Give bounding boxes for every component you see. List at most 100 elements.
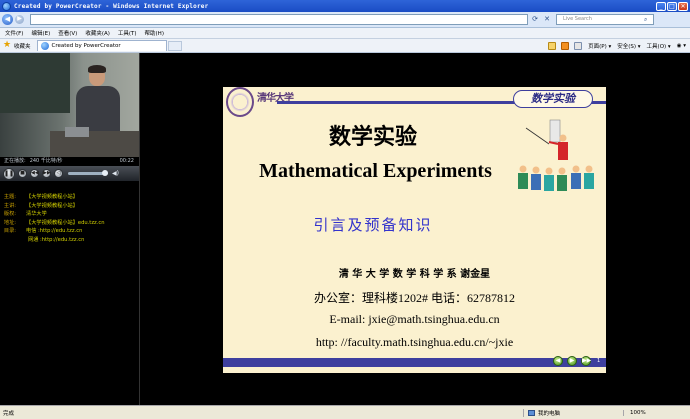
menu-tools[interactable]: 工具(T) [118, 29, 137, 37]
tools-menu[interactable]: 工具(O) ▾ [647, 42, 671, 50]
lecturer-hair [88, 65, 106, 73]
search-icon[interactable]: ⌕ [644, 16, 652, 24]
lecture-sidebar: 正在播放: 240 千比特/秒 00:22 ❚❚ ■ ◀◀ ▶▶ ◁ ◀) 主题… [0, 53, 140, 405]
menu-file[interactable]: 文件(F) [5, 29, 23, 37]
favorites-label[interactable]: 收藏夹 [14, 42, 31, 50]
slide-prev-button[interactable]: ◀ [553, 356, 563, 366]
window-title: Created by PowerCreator - Windows Intern… [14, 2, 209, 10]
zoom-level[interactable]: 100% [623, 409, 646, 416]
tab-active[interactable]: Created by PowerCreator [36, 40, 167, 51]
zone-label: 我的电脑 [538, 410, 561, 417]
info-value[interactable]: 电信 :http://edu.tzz.cn [26, 227, 82, 236]
course-badge: 数学实验 [513, 90, 593, 108]
ie-logo-icon [2, 1, 11, 11]
help-menu[interactable]: ◉ ▾ [677, 43, 686, 49]
minimize-button[interactable]: _ [656, 1, 666, 11]
safety-menu[interactable]: 安全(S) ▾ [617, 42, 640, 50]
menu-help[interactable]: 帮助(H) [145, 29, 164, 37]
info-key: 目录: [3, 228, 16, 235]
slide-author: 清 华 大 学 数 学 科 学 系 谢金星 [338, 269, 491, 280]
menu-favorites[interactable]: 收藏夹(A) [85, 29, 110, 37]
student-body [584, 173, 594, 189]
player-status: 正在播放: 240 千比特/秒 00:22 [0, 157, 139, 166]
slide-email: E-mail: jxie@math.tsinghua.edu.cn [329, 312, 500, 326]
computer-icon [528, 409, 535, 416]
print-icon[interactable] [574, 41, 583, 50]
command-bar: 页面(P) ▾ 安全(S) ▾ 工具(O) ▾ ◉ ▾ [543, 41, 686, 50]
feeds-icon[interactable] [561, 41, 570, 50]
teacher-head [559, 134, 567, 142]
slide-page-number: 1 [597, 358, 601, 364]
pointer [525, 127, 550, 145]
student-head [585, 165, 593, 173]
security-zone[interactable]: 我的电脑 [523, 408, 623, 417]
previous-button[interactable]: ◀◀ [30, 169, 39, 178]
laptop [65, 127, 89, 137]
student-head [532, 166, 540, 174]
mute-button[interactable]: ◁ [54, 169, 63, 178]
forward-button[interactable]: ▶ [15, 15, 24, 24]
university-seal-icon [226, 87, 254, 117]
volume-icon: ◀) [112, 170, 119, 177]
info-key: 地址: [3, 219, 16, 226]
tab-page-icon [40, 42, 49, 50]
favorites-star-icon[interactable]: ★ [3, 41, 12, 50]
player-controls: ❚❚ ■ ◀◀ ▶▶ ◁ ◀) [0, 166, 139, 181]
slide-subtitle: 引言及预备知识 [313, 216, 433, 234]
title-bar: Created by PowerCreator - Windows Intern… [0, 0, 690, 12]
student-head [572, 165, 580, 173]
course-info: 主题: 【大学视频教程小站】 主讲: 【大学视频教程小站】 版权: 清华大学 地… [0, 193, 139, 245]
classroom-illustration [518, 119, 594, 191]
slide-next-button[interactable]: ▶ [567, 356, 577, 366]
slide-url: http: //faculty.math.tsinghua.edu.cn/~jx… [315, 335, 514, 349]
stop-button[interactable]: ✕ [542, 14, 552, 25]
menu-bar: 文件(F) 编辑(E) 查看(V) 收藏夹(A) 工具(T) 帮助(H) [0, 28, 690, 39]
player-time: 00:22 [119, 158, 134, 164]
info-key: 主讲: [3, 202, 16, 209]
address-input[interactable] [30, 14, 528, 25]
student-body [571, 173, 581, 189]
new-tab-button[interactable] [167, 40, 182, 51]
volume-slider[interactable] [68, 170, 108, 176]
page-menu[interactable]: 页面(P) ▾ [588, 42, 611, 50]
slide-bottom-rule [223, 358, 606, 367]
slide-office: 办公室：理科楼1202# 电话：62787812 [313, 291, 515, 305]
status-bar: 完成 我的电脑 100% [0, 405, 690, 419]
tab-title: Created by PowerCreator [51, 43, 121, 49]
search-input[interactable]: Live Search ⌕ [556, 14, 654, 25]
refresh-button[interactable]: ⟳ [530, 14, 540, 25]
pause-button[interactable]: ❚❚ [3, 167, 15, 180]
student-head [558, 167, 566, 175]
maximize-button[interactable]: □ [667, 1, 677, 11]
volume-slider-knob[interactable] [102, 170, 108, 176]
info-value: 【大学视频教程小站】edu.tzz.cn [26, 219, 105, 226]
teacher-body [558, 142, 568, 160]
blackboard [0, 53, 70, 113]
info-value-extra[interactable]: 网通 :http://edu.tzz.cn [28, 236, 84, 245]
lectern [50, 131, 139, 157]
info-row: 主讲: 【大学视频教程小站】 [0, 202, 139, 211]
stop-button[interactable]: ■ [18, 169, 27, 178]
info-row: 版权: 清华大学 [0, 210, 139, 219]
close-button[interactable]: ✕ [678, 1, 688, 11]
student-body [557, 175, 567, 191]
lecture-video[interactable] [0, 53, 139, 157]
back-button[interactable]: ◀ [2, 14, 13, 25]
info-row: 目录: 电信 :http://edu.tzz.cn [0, 227, 139, 236]
info-value: 清华大学 [26, 211, 47, 218]
search-placeholder: Live Search [563, 16, 592, 22]
slide-end-button[interactable]: ▶▶ [581, 356, 591, 366]
home-icon[interactable] [548, 41, 557, 50]
student-body [531, 174, 541, 190]
menu-view[interactable]: 查看(V) [58, 29, 77, 37]
next-button[interactable]: ▶▶ [42, 169, 51, 178]
info-key: 版权: [3, 211, 16, 218]
address-toolbar: ◀ ▶ ⟳ ✕ Live Search ⌕ [0, 12, 690, 28]
slide-title-chinese: 数学实验 [328, 124, 417, 150]
menu-edit[interactable]: 编辑(E) [31, 29, 50, 37]
slide-title-english: Mathematical Experiments [259, 160, 492, 182]
player-bitrate: 240 千比特/秒 [29, 158, 63, 164]
slide-footer: ◀ ▶ ▶▶ 1 [223, 355, 606, 373]
teacher-arm [548, 141, 559, 145]
status-text: 完成 [3, 410, 15, 417]
